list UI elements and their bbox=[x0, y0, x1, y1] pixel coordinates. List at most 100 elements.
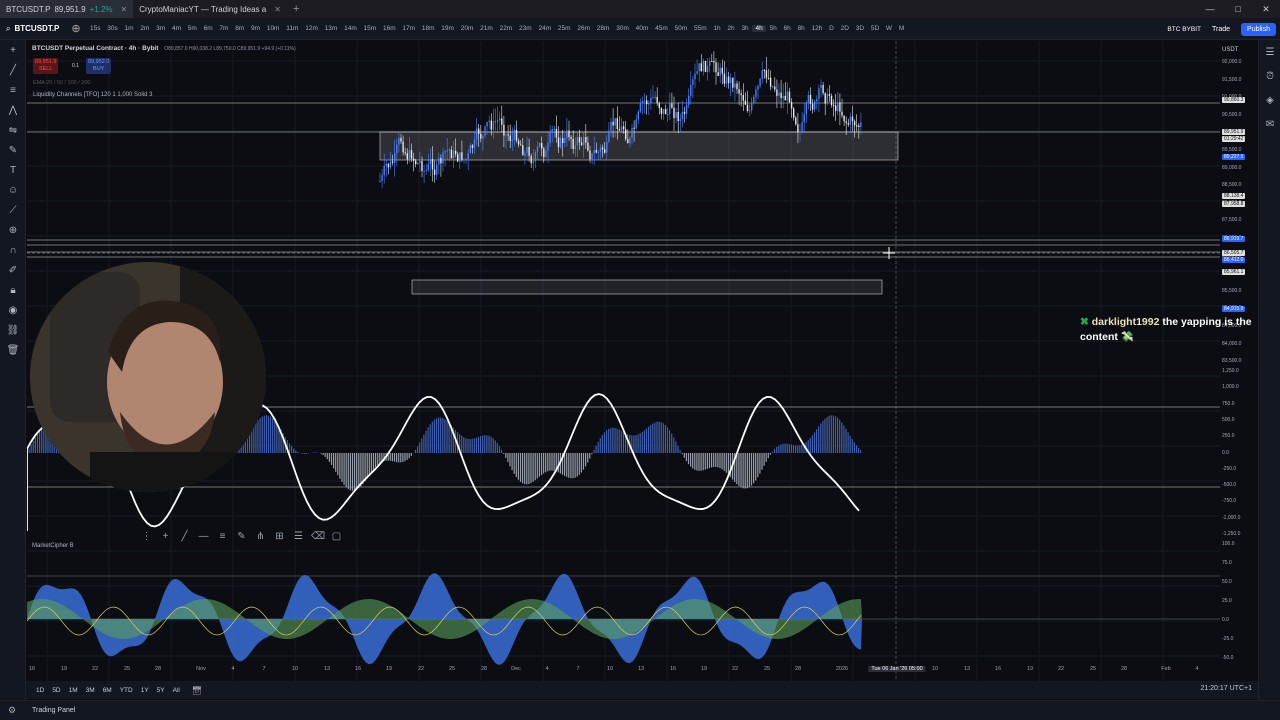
timeframe-28m[interactable]: 28m bbox=[593, 25, 612, 32]
trendline-icon[interactable]: ╱ bbox=[178, 531, 191, 542]
emoji-icon[interactable]: ☺ bbox=[0, 180, 26, 200]
timeframe-4h[interactable]: 4h bbox=[752, 25, 767, 32]
sell-button[interactable]: 89,951.9 SELL bbox=[33, 58, 59, 74]
timeframe-12m[interactable]: 12m bbox=[302, 25, 321, 32]
zoom-icon[interactable]: ⊕ bbox=[0, 220, 26, 240]
timeframe-5m[interactable]: 5m bbox=[184, 25, 200, 32]
timeframe-9m[interactable]: 9m bbox=[248, 25, 264, 32]
trendline-icon[interactable]: ╱ bbox=[0, 60, 26, 80]
timeframe-2D[interactable]: 2D bbox=[837, 25, 852, 32]
prediction-icon[interactable]: ⇋ bbox=[0, 120, 26, 140]
eye-icon[interactable]: ◉ bbox=[0, 300, 26, 320]
timeframe-15m[interactable]: 15m bbox=[360, 25, 379, 32]
timeframe-14m[interactable]: 14m bbox=[341, 25, 360, 32]
timeframe-21m[interactable]: 21m bbox=[477, 25, 496, 32]
timeframe-6m[interactable]: 6m bbox=[200, 25, 216, 32]
rectangle-icon[interactable]: ▢ bbox=[330, 531, 343, 542]
range-1D[interactable]: 1D bbox=[32, 687, 48, 694]
drag-handle-icon[interactable]: ⋮ bbox=[140, 531, 153, 542]
timeframe-8h[interactable]: 8h bbox=[794, 25, 808, 32]
crosshair-icon[interactable]: + bbox=[0, 40, 26, 60]
buy-button[interactable]: 89,952.0 BUY bbox=[86, 58, 112, 74]
time-axis[interactable]: 16 19 22 25 28 Nov 4 7 10 13 16 19 22 25 28 Dec 4 7 10 13 16… bbox=[27, 666, 1220, 678]
new-tab-button[interactable]: + bbox=[287, 3, 305, 15]
timeframe-3h[interactable]: 3h bbox=[738, 25, 752, 32]
ruler-icon[interactable]: ⟋ bbox=[0, 200, 26, 220]
timeframe-23m[interactable]: 23m bbox=[516, 25, 535, 32]
ema-legend[interactable]: EMA 20 / 50 / 100 / 200 bbox=[33, 80, 90, 86]
timeframe-2h[interactable]: 2h bbox=[724, 25, 738, 32]
range-5Y[interactable]: 5Y bbox=[153, 687, 169, 694]
timeframe-16m[interactable]: 16m bbox=[380, 25, 399, 32]
range-3M[interactable]: 3M bbox=[82, 687, 99, 694]
liquidity-channels-legend[interactable]: Liquidity Channels [TFO] 120 1 1,000 Sol… bbox=[33, 92, 152, 98]
marketcipher-legend[interactable]: MarketCipher B bbox=[32, 543, 74, 549]
timeframe-13m[interactable]: 13m bbox=[321, 25, 340, 32]
timeframe-17m[interactable]: 17m bbox=[399, 25, 418, 32]
timeframe-40m[interactable]: 40m bbox=[632, 25, 651, 32]
timeframe-45m[interactable]: 45m bbox=[652, 25, 671, 32]
pattern-icon[interactable]: ⋀ bbox=[0, 100, 26, 120]
range-6M[interactable]: 6M bbox=[99, 687, 116, 694]
timeframe-M[interactable]: M bbox=[895, 25, 907, 32]
close-icon[interactable]: ✕ bbox=[274, 5, 281, 14]
lock-icon[interactable]: 🔒︎ bbox=[0, 280, 26, 300]
timeframe-7m[interactable]: 7m bbox=[216, 25, 232, 32]
tab-btcusdt[interactable]: BTCUSDT.P 89,951.9 +1.2% ✕ bbox=[0, 0, 134, 18]
timeframe-15s[interactable]: 15s bbox=[87, 25, 104, 32]
text-icon[interactable]: T bbox=[0, 160, 26, 180]
fib-icon[interactable]: ≡ bbox=[0, 80, 26, 100]
trade-button[interactable]: Trade bbox=[1207, 24, 1235, 35]
link-icon[interactable]: ⛓︎ bbox=[0, 320, 26, 340]
crosshair-icon[interactable]: + bbox=[159, 531, 172, 542]
minimize-button[interactable]: — bbox=[1196, 0, 1224, 18]
timeframe-5h[interactable]: 5h bbox=[766, 25, 780, 32]
range-1Y[interactable]: 1Y bbox=[137, 687, 153, 694]
pitchfork-icon[interactable]: ⋔ bbox=[254, 531, 267, 542]
close-window-button[interactable]: ✕ bbox=[1252, 0, 1280, 18]
fib-channel-icon[interactable]: ☰ bbox=[292, 531, 305, 542]
tab-cryptomaniac[interactable]: CryptoManiacYT — Trading Ideas a ✕ bbox=[133, 0, 287, 18]
timeframe-30m[interactable]: 30m bbox=[613, 25, 632, 32]
timeframe-6h[interactable]: 6h bbox=[780, 25, 794, 32]
chat-icon[interactable]: ✉ bbox=[1259, 112, 1280, 136]
layers-icon[interactable]: ◈ bbox=[1259, 88, 1280, 112]
close-icon[interactable]: ✕ bbox=[121, 5, 128, 14]
timeframe-26m[interactable]: 26m bbox=[574, 25, 593, 32]
fib-icon[interactable]: ≡ bbox=[216, 531, 229, 542]
range-All[interactable]: All bbox=[169, 687, 184, 694]
timeframe-3m[interactable]: 3m bbox=[153, 25, 169, 32]
timeframe-18m[interactable]: 18m bbox=[418, 25, 437, 32]
alerts-icon[interactable]: ⏰︎ bbox=[1259, 64, 1280, 88]
timeframe-22m[interactable]: 22m bbox=[496, 25, 515, 32]
timeframe-20m[interactable]: 20m bbox=[457, 25, 476, 32]
range-YTD[interactable]: YTD bbox=[116, 687, 137, 694]
timeframe-55m[interactable]: 55m bbox=[691, 25, 710, 32]
symbol-search[interactable]: ⌕ BTCUSDT.P bbox=[0, 24, 65, 34]
watchlist-icon[interactable]: ☰ bbox=[1259, 40, 1280, 64]
timeframe-30s[interactable]: 30s bbox=[104, 25, 121, 32]
add-symbol-icon[interactable]: ⊕ bbox=[65, 22, 86, 35]
brush-icon[interactable]: ✎ bbox=[235, 531, 248, 542]
ruler-icon[interactable]: ⊞ bbox=[273, 531, 286, 542]
timeframe-2m[interactable]: 2m bbox=[137, 25, 153, 32]
timeframe-8m[interactable]: 8m bbox=[232, 25, 248, 32]
eraser-icon[interactable]: ⌫ bbox=[311, 531, 325, 542]
publish-button[interactable]: Publish bbox=[1241, 22, 1276, 36]
timeframe-W[interactable]: W bbox=[883, 25, 896, 32]
calendar-icon[interactable]: 📅︎ bbox=[192, 686, 202, 695]
panel-icon[interactable]: ⚙ bbox=[8, 705, 16, 716]
timeframe-D[interactable]: D bbox=[826, 25, 837, 32]
timeframe-1h[interactable]: 1h bbox=[710, 25, 724, 32]
clock[interactable]: 21:20:17 UTC+1 bbox=[1200, 685, 1252, 692]
currency-label[interactable]: USDT bbox=[1222, 47, 1238, 53]
timeframe-24m[interactable]: 24m bbox=[535, 25, 554, 32]
timeframe-1m[interactable]: 1m bbox=[121, 25, 137, 32]
range-5D[interactable]: 5D bbox=[48, 687, 64, 694]
broker-label[interactable]: BTC BYBIT bbox=[1167, 26, 1201, 33]
maximize-button[interactable]: □ bbox=[1224, 0, 1252, 18]
timeframe-19m[interactable]: 19m bbox=[438, 25, 457, 32]
horizontal-line-icon[interactable]: ― bbox=[197, 531, 210, 542]
stay-drawing-icon[interactable]: ✐ bbox=[0, 260, 26, 280]
timeframe-50m[interactable]: 50m bbox=[671, 25, 690, 32]
